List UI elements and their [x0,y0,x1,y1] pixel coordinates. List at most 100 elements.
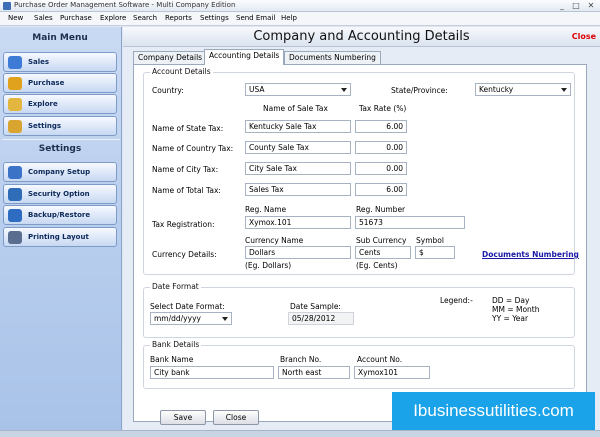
printer-icon [8,231,22,244]
currency-name-input[interactable]: Dollars [245,246,351,259]
tax-registration-label: Tax Registration: [152,220,215,229]
maximize-button[interactable]: □ [570,1,582,11]
country-select[interactable]: USA [245,83,351,96]
settings-title: Settings [38,144,82,154]
currency-name-header: Currency Name [245,236,304,245]
sidebar-item-security-option[interactable]: Security Option [3,184,117,204]
explore-icon [8,98,22,111]
company-setup-icon [8,166,22,179]
total-tax-name-input[interactable]: Sales Tax [245,183,351,196]
menu-reports[interactable]: Reports [165,14,192,22]
title-bar: Purchase Order Management Software - Mul… [0,0,600,12]
date-format-label: Select Date Format: [150,302,225,311]
menu-send-email[interactable]: Send Email [236,14,275,22]
close-link[interactable]: Close [572,32,596,41]
documents-numbering-link[interactable]: Documents Numbering [482,250,579,259]
tab-accounting-details[interactable]: Accounting Details [204,49,285,65]
state-tax-name-input[interactable]: Kentucky Sale Tax [245,120,351,133]
currency-name-hint: (Eg. Dollars) [245,261,292,270]
menu-search[interactable]: Search [133,14,157,22]
country-label: Country: [152,86,184,95]
sale-tax-name-header: Name of Sale Tax [263,104,328,113]
total-tax-rate-input[interactable]: 6.00 [355,183,407,196]
app-icon [3,2,11,10]
city-tax-rate-input[interactable]: 0.00 [355,162,407,175]
sub-currency-input[interactable]: Cents [355,246,411,259]
sidebar-item-settings[interactable]: Settings [3,116,117,136]
sidebar-item-label: Printing Layout [28,233,89,241]
backup-icon [8,209,22,222]
branch-input[interactable]: North east [278,366,350,379]
sidebar-item-explore[interactable]: Explore [3,94,117,114]
legend-day: DD = Day [492,296,530,305]
currency-details-label: Currency Details: [152,250,217,259]
country-tax-name-input[interactable]: County Sale Tax [245,141,351,154]
tab-documents-numbering[interactable]: Documents Numbering [284,51,381,64]
sidebar-item-label: Purchase [28,79,65,87]
menu-new[interactable]: New [8,14,23,22]
sub-currency-hint: (Eg. Cents) [356,261,398,270]
menu-explore[interactable]: Explore [100,14,126,22]
legend-year: YY = Year [492,314,529,323]
date-sample-label: Date Sample: [290,302,341,311]
sidebar-item-label: Company Setup [28,168,91,176]
country-tax-label: Name of Country Tax: [152,144,234,153]
sidebar-item-label: Settings [28,122,62,130]
sidebar-item-printing-layout[interactable]: Printing Layout [3,227,117,247]
date-format-legend: Date Format [150,282,201,291]
state-tax-label: Name of State Tax: [152,124,224,133]
legend-label: Legend:- [440,296,473,305]
main-menu-title: Main Menu [32,33,88,43]
bank-name-input[interactable]: City bank [150,366,274,379]
status-bar [0,430,600,437]
save-button[interactable]: Save [160,410,206,425]
reg-name-header: Reg. Name [245,205,287,214]
bank-name-label: Bank Name [150,355,194,364]
date-format-select[interactable]: mm/dd/yyyy [150,312,232,325]
account-number-label: Account No. [357,355,403,364]
sidebar-item-label: Security Option [28,190,90,198]
bank-details-legend: Bank Details [150,340,202,349]
settings-icon [8,120,22,133]
total-tax-label: Name of Total Tax: [152,186,221,195]
account-number-input[interactable]: Xymox101 [354,366,430,379]
reg-name-input[interactable]: Xymox.101 [245,216,351,229]
symbol-header: Symbol [416,236,444,245]
city-tax-label: Name of City Tax: [152,165,219,174]
state-select[interactable]: Kentucky [475,83,571,96]
tab-company-details[interactable]: Company Details [133,51,208,64]
country-tax-rate-input[interactable]: 0.00 [355,141,407,154]
sidebar-item-backup-restore[interactable]: Backup/Restore [3,205,117,225]
divider [2,139,120,140]
chevron-down-icon [561,88,567,92]
window-title: Purchase Order Management Software - Mul… [14,1,236,9]
menu-settings[interactable]: Settings [200,14,229,22]
legend-month: MM = Month [492,305,540,314]
sub-currency-header: Sub Currency [356,236,407,245]
date-format-value: mm/dd/yyyy [154,314,201,323]
sidebar-item-label: Explore [28,100,58,108]
symbol-input[interactable]: $ [415,246,455,259]
sales-icon [8,56,22,69]
state-tax-rate-input[interactable]: 6.00 [355,120,407,133]
main-area: Company and Accounting Details Close Com… [123,27,600,437]
left-panel: Main Menu Sales Purchase Explore Setting… [0,27,122,437]
account-details-legend: Account Details [150,67,213,76]
chevron-down-icon [341,88,347,92]
close-window-button[interactable]: ✕ [584,1,598,11]
reg-number-input[interactable]: 51673 [355,216,465,229]
minimize-button[interactable]: _ [556,1,568,11]
security-icon [8,188,22,201]
close-button[interactable]: Close [213,410,259,425]
sidebar-item-label: Backup/Restore [28,211,91,219]
sidebar-item-label: Sales [28,58,50,66]
sidebar-item-sales[interactable]: Sales [3,52,117,72]
menu-help[interactable]: Help [281,14,297,22]
menu-purchase[interactable]: Purchase [60,14,92,22]
city-tax-name-input[interactable]: City Sale Tax [245,162,351,175]
date-sample-value: 05/28/2012 [288,312,354,325]
menu-sales[interactable]: Sales [34,14,53,22]
sidebar-item-purchase[interactable]: Purchase [3,73,117,93]
brand-watermark: Ibusinessutilities.com [392,392,595,430]
sidebar-item-company-setup[interactable]: Company Setup [3,162,117,182]
